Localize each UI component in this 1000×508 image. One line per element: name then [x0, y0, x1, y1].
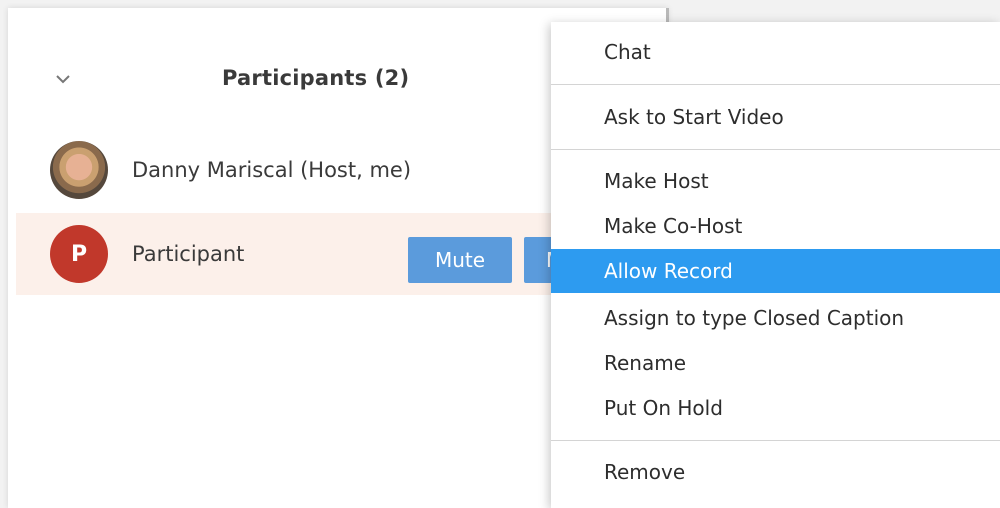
menu-item-chat[interactable]: Chat: [551, 30, 1000, 74]
menu-separator: [551, 149, 1000, 150]
menu-separator: [551, 440, 1000, 441]
participant-name: Danny Mariscal (Host, me): [132, 158, 412, 182]
menu-item-rename[interactable]: Rename: [551, 341, 1000, 385]
menu-item-remove[interactable]: Remove: [551, 450, 1000, 494]
menu-item-ask-to-start-video[interactable]: Ask to Start Video: [551, 95, 1000, 139]
menu-item-make-co-host[interactable]: Make Co-Host: [551, 204, 1000, 248]
participant-name: Participant: [132, 242, 245, 266]
avatar: [50, 141, 108, 199]
participant-context-menu: Chat Ask to Start Video Make Host Make C…: [551, 22, 1000, 508]
chevron-down-icon: [56, 75, 70, 84]
collapse-button[interactable]: [48, 64, 78, 94]
panel-title: Participants (2): [222, 66, 410, 90]
menu-item-put-on-hold[interactable]: Put On Hold: [551, 386, 1000, 430]
menu-item-make-host[interactable]: Make Host: [551, 159, 1000, 203]
menu-separator: [551, 84, 1000, 85]
menu-item-assign-closed-caption[interactable]: Assign to type Closed Caption: [551, 296, 1000, 340]
menu-item-allow-record[interactable]: Allow Record: [551, 249, 1000, 293]
avatar: P: [50, 225, 108, 283]
mute-button[interactable]: Mute: [408, 237, 512, 283]
